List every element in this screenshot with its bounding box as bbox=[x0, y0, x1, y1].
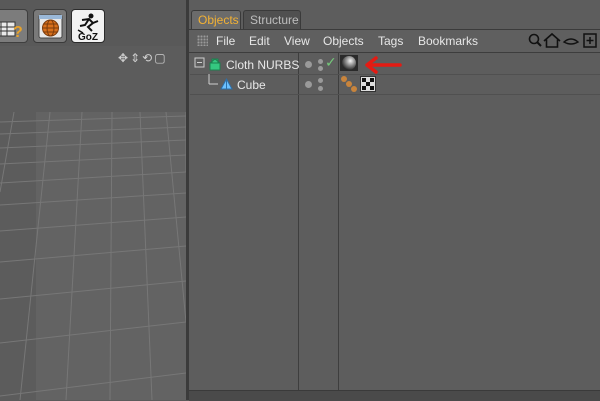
maximize-icon[interactable]: ▢ bbox=[154, 51, 167, 65]
home-icon[interactable] bbox=[543, 32, 561, 48]
row-separator bbox=[190, 94, 600, 95]
render-visibility-dot[interactable] bbox=[318, 59, 323, 64]
cloth-nurbs-icon bbox=[209, 58, 221, 71]
render-visibility-dot[interactable] bbox=[318, 86, 323, 91]
checker-texture-icon[interactable] bbox=[360, 76, 376, 92]
floor-grid bbox=[0, 112, 186, 400]
tab-objects[interactable]: Objects bbox=[191, 10, 241, 29]
menu-tags[interactable]: Tags bbox=[378, 33, 403, 49]
enabled-check-icon[interactable]: ✓ bbox=[325, 55, 337, 71]
annotation-arrow-icon bbox=[365, 56, 402, 74]
menu-objects[interactable]: Objects bbox=[323, 33, 364, 49]
eye-icon[interactable] bbox=[562, 38, 580, 45]
menu-edit[interactable]: Edit bbox=[249, 33, 270, 49]
collapse-toggle-icon[interactable] bbox=[194, 56, 204, 66]
svg-text:?: ? bbox=[13, 24, 23, 41]
column-divider[interactable] bbox=[298, 53, 299, 390]
tab-structure[interactable]: Structure bbox=[243, 10, 301, 29]
cloth-tag-icon[interactable] bbox=[340, 75, 358, 93]
new-window-icon[interactable] bbox=[583, 33, 597, 48]
object-name-cube[interactable]: Cube bbox=[237, 77, 266, 93]
rotate-icon[interactable]: ⟲ bbox=[142, 51, 154, 65]
column-divider[interactable] bbox=[338, 53, 339, 390]
menu-view[interactable]: View bbox=[284, 33, 310, 49]
object-name-cloth-nurbs[interactable]: Cloth NURBS bbox=[226, 57, 299, 73]
render-visibility-dot[interactable] bbox=[318, 78, 323, 83]
manager-tool-icons bbox=[528, 32, 597, 48]
move-icon[interactable]: ✥ bbox=[118, 51, 130, 65]
hierarchy-child-line bbox=[208, 74, 218, 85]
keyboard-help-icon: ? bbox=[0, 21, 23, 41]
globe-icon bbox=[38, 14, 63, 39]
viewport-nav-icons: ✥⇕⟲▢ bbox=[118, 51, 168, 65]
menu-file[interactable]: File bbox=[216, 33, 235, 49]
goz-button[interactable]: GoZ bbox=[71, 9, 105, 43]
grip-icon[interactable] bbox=[197, 35, 208, 46]
material-sphere-icon[interactable] bbox=[339, 54, 359, 72]
editor-visibility-dot[interactable] bbox=[305, 81, 312, 88]
python-help-button[interactable]: ? bbox=[0, 9, 28, 43]
goz-label: GoZ bbox=[78, 32, 98, 43]
search-icon[interactable] bbox=[528, 33, 542, 47]
attributes-panel-header bbox=[189, 390, 600, 401]
3d-viewport[interactable] bbox=[0, 46, 186, 400]
menu-bookmarks[interactable]: Bookmarks bbox=[418, 33, 478, 49]
scale-icon[interactable]: ⇕ bbox=[130, 51, 142, 65]
cube-object-icon bbox=[220, 77, 233, 90]
editor-visibility-dot[interactable] bbox=[305, 61, 312, 68]
web-browser-button[interactable] bbox=[33, 9, 67, 43]
render-visibility-dot[interactable] bbox=[318, 66, 323, 71]
